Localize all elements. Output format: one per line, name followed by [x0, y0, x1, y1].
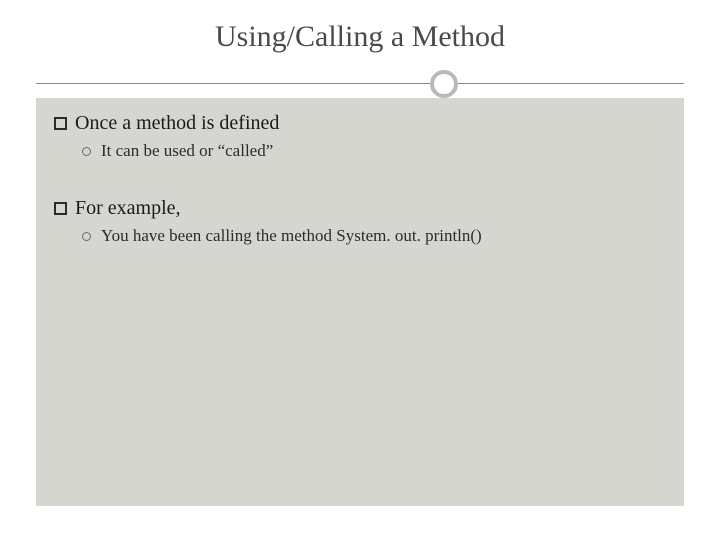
list-item-text: It can be used or “called” — [101, 141, 273, 161]
circle-icon — [430, 70, 458, 98]
circle-bullet-icon — [82, 147, 91, 156]
circle-bullet-icon — [82, 232, 91, 241]
list-item: For example, — [54, 197, 666, 220]
list-item-text: For example, — [75, 197, 181, 220]
divider-line — [36, 83, 684, 84]
square-bullet-icon — [54, 117, 67, 130]
slide-title: Using/Calling a Method — [0, 0, 720, 54]
title-divider — [0, 70, 720, 98]
slide: Using/Calling a Method Once a method is … — [0, 0, 720, 540]
slide-header: Using/Calling a Method — [0, 0, 720, 78]
list-item: You have been calling the method System.… — [82, 226, 666, 246]
spacer — [54, 183, 666, 197]
square-bullet-icon — [54, 202, 67, 215]
content-panel: Once a method is defined It can be used … — [36, 98, 684, 506]
list-item: It can be used or “called” — [82, 141, 666, 161]
list-item: Once a method is defined — [54, 112, 666, 135]
list-item-text: Once a method is defined — [75, 112, 279, 135]
list-item-text: You have been calling the method System.… — [101, 226, 482, 246]
